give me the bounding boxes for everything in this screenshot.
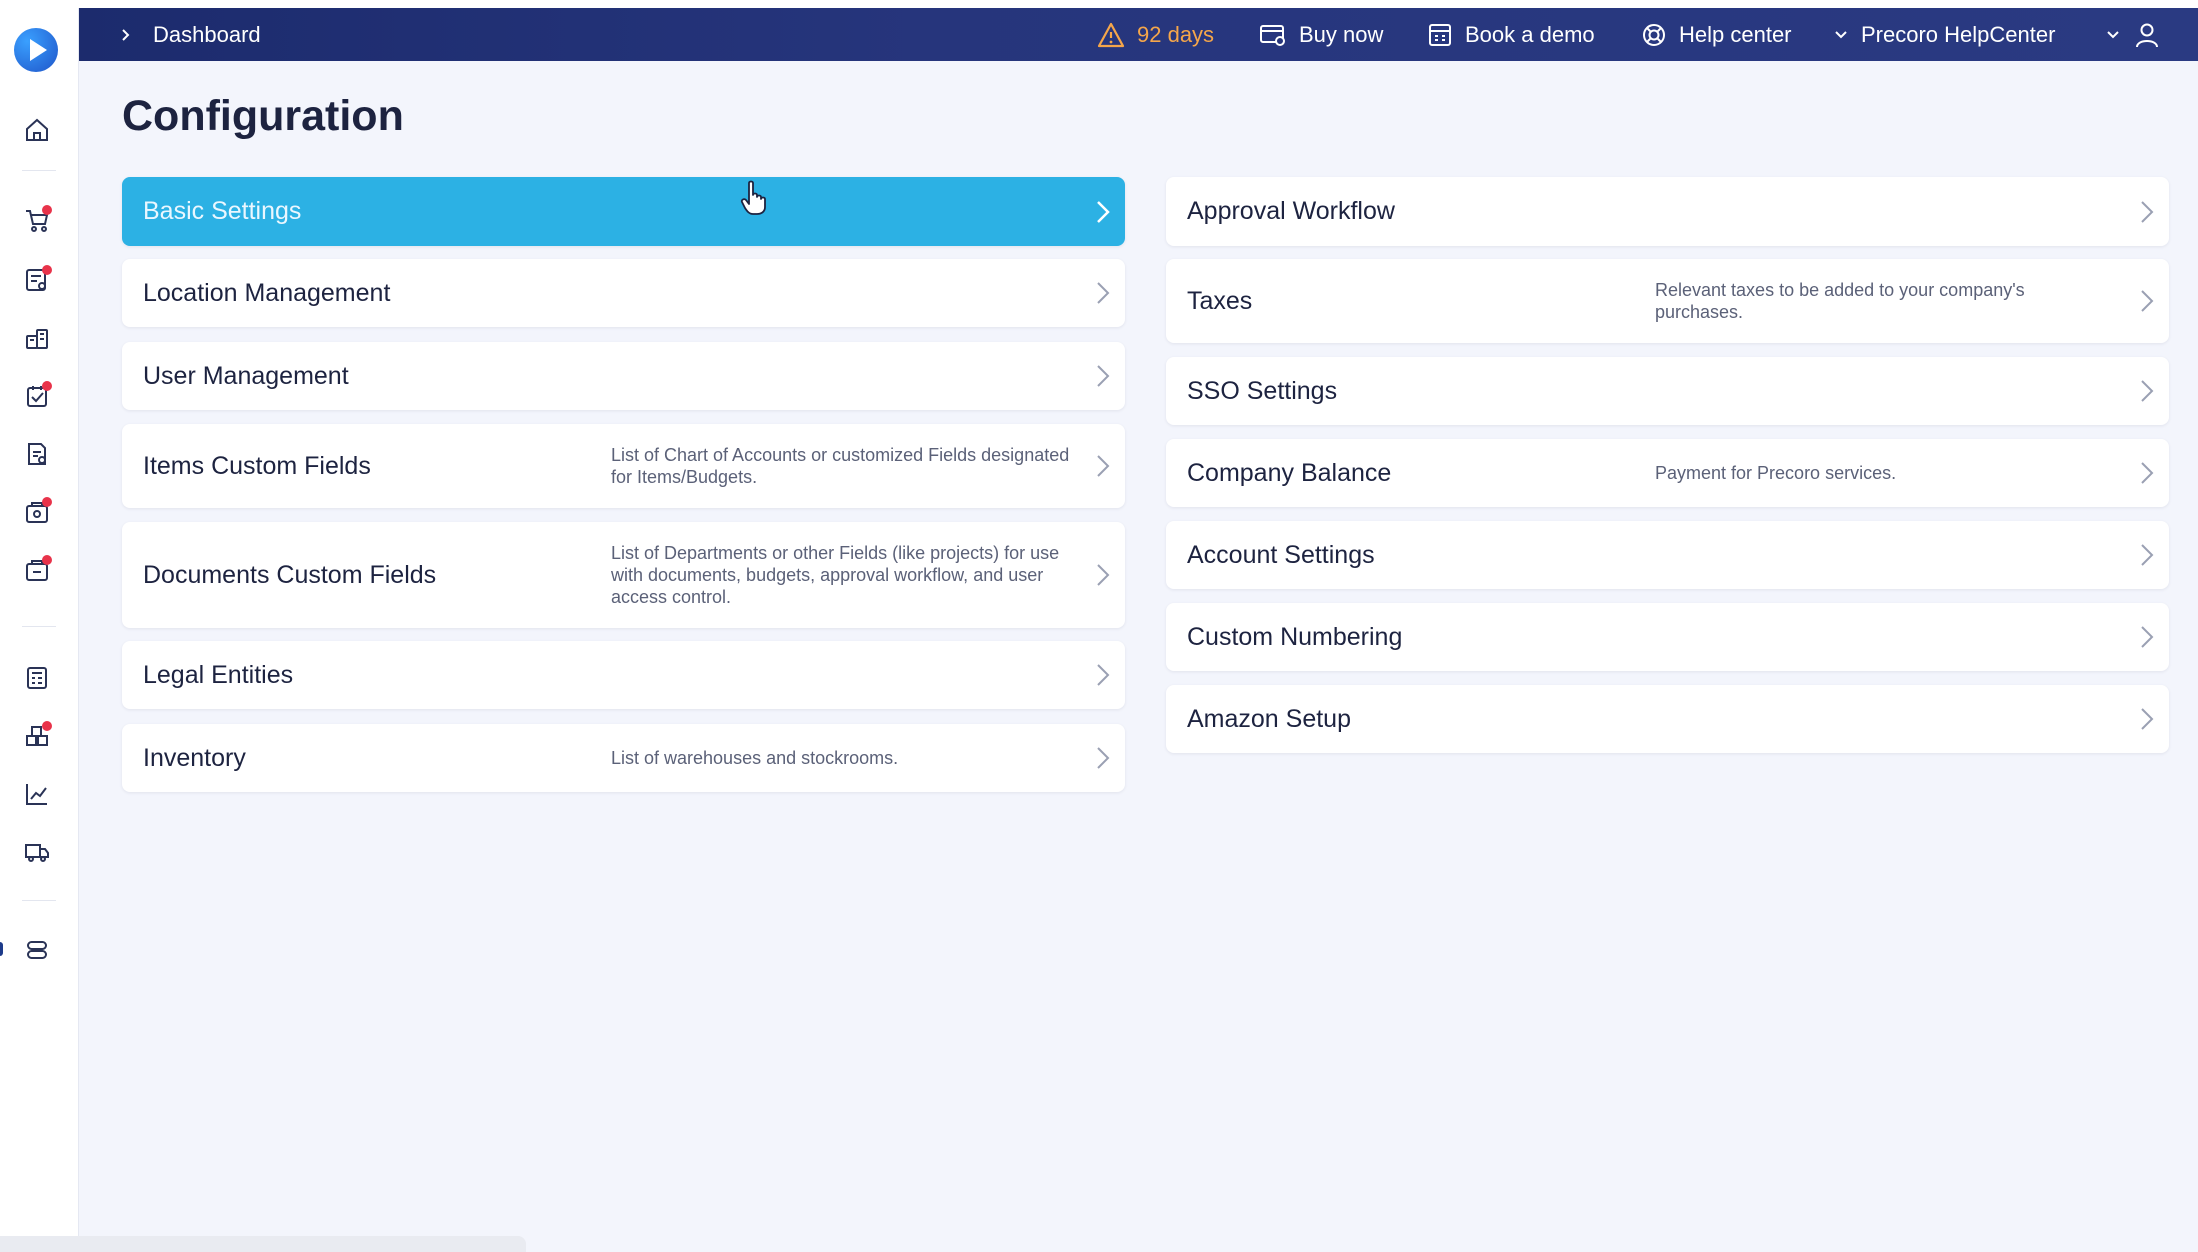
chevron-right-icon — [2141, 708, 2154, 730]
sidebar — [0, 8, 79, 1252]
chevron-right-icon — [1097, 200, 1110, 223]
card-items-custom-fields[interactable]: Items Custom Fields List of Chart of Acc… — [122, 424, 1125, 508]
user-icon — [2136, 23, 2158, 47]
chevron-right-icon — [2141, 462, 2154, 484]
approvals-icon[interactable] — [19, 378, 55, 414]
card-inventory[interactable]: Inventory List of warehouses and stockro… — [122, 724, 1125, 792]
notification-dot — [42, 721, 52, 731]
trial-indicator[interactable]: 92 days — [1097, 8, 1214, 61]
budgets-icon[interactable] — [19, 660, 55, 696]
trial-days: 92 days — [1137, 21, 1215, 47]
card-label: Taxes — [1187, 286, 1253, 315]
invoices-icon[interactable] — [19, 436, 55, 472]
cart-icon[interactable] — [19, 202, 55, 238]
book-demo-button[interactable]: Book a demo — [1427, 8, 1595, 61]
card-label: Basic Settings — [143, 197, 302, 225]
card-description: Relevant taxes to be added to your compa… — [1655, 280, 2025, 322]
chevron-right-icon — [1097, 282, 1110, 304]
card-label: Documents Custom Fields — [143, 560, 437, 589]
notification-dot — [42, 205, 52, 215]
card-location-management[interactable]: Location Management — [122, 259, 1125, 327]
chevron-right-icon — [2141, 200, 2154, 223]
chevron-right-icon — [1097, 564, 1110, 586]
receipts-icon[interactable] — [19, 494, 55, 530]
card-label: Account Settings — [1187, 540, 1375, 569]
payments-icon[interactable] — [19, 552, 55, 588]
requests-icon[interactable] — [19, 262, 55, 298]
card-label: Company Balance — [1187, 458, 1392, 487]
home-icon[interactable] — [19, 112, 55, 148]
chevron-right-icon — [2141, 544, 2154, 566]
card-account-settings[interactable]: Account Settings — [1166, 521, 2169, 589]
sidebar-divider — [22, 900, 56, 901]
card-custom-numbering[interactable]: Custom Numbering — [1166, 603, 2169, 671]
company-name: Precoro HelpCenter — [1861, 21, 2056, 47]
card-description: List of Chart of Accounts or customized … — [611, 445, 1070, 487]
card-legal-entities[interactable]: Legal Entities — [122, 641, 1125, 709]
card-label: Legal Entities — [143, 660, 294, 689]
card-label: Location Management — [143, 278, 391, 307]
user-menu[interactable] — [2105, 8, 2173, 61]
suppliers-icon[interactable] — [19, 320, 55, 356]
card-documents-custom-fields[interactable]: Documents Custom Fields List of Departme… — [122, 522, 1125, 628]
chevron-right-icon — [1097, 747, 1110, 769]
company-selector[interactable]: Precoro HelpCenter — [1833, 8, 2055, 61]
card-approval-workflow[interactable]: Approval Workflow — [1166, 177, 2169, 246]
book-demo-label: Book a demo — [1465, 21, 1595, 47]
sidebar-divider — [22, 626, 56, 627]
top-header: Dashboard 92 days Buy now Book a demo He… — [79, 8, 2198, 61]
browser-top-strip — [0, 0, 2198, 8]
card-user-management[interactable]: User Management — [122, 342, 1125, 410]
card-amazon-setup[interactable]: Amazon Setup — [1166, 685, 2169, 753]
analytics-icon[interactable] — [19, 776, 55, 812]
hand-cursor-icon — [740, 180, 766, 215]
breadcrumb[interactable]: Dashboard — [119, 8, 261, 61]
card-label: SSO Settings — [1187, 376, 1338, 405]
help-center-label: Help center — [1679, 21, 1792, 47]
chevron-right-icon — [2141, 380, 2154, 402]
card-description: Payment for Precoro services. — [1655, 463, 1897, 483]
notification-dot — [42, 497, 52, 507]
card-label: Inventory — [143, 743, 246, 772]
notification-dot — [42, 265, 52, 275]
card-description: List of Departments or other Fields (lik… — [611, 543, 1060, 607]
active-section-marker — [0, 942, 3, 956]
card-basic-settings[interactable]: Basic Settings — [122, 177, 1125, 246]
card-label: User Management — [143, 361, 349, 390]
lifebuoy-icon — [1643, 23, 1665, 46]
card-label: Amazon Setup — [1187, 704, 1351, 733]
card-label: Items Custom Fields — [143, 451, 371, 480]
notification-dot — [42, 381, 52, 391]
card-label: Approval Workflow — [1187, 197, 1395, 225]
card-taxes[interactable]: Taxes Relevant taxes to be added to your… — [1166, 259, 2169, 343]
chevron-right-icon — [1097, 365, 1110, 387]
chevron-right-icon — [1097, 455, 1110, 477]
chevron-right-icon — [2141, 626, 2154, 648]
catalog-icon[interactable] — [19, 718, 55, 754]
chevron-down-icon — [2107, 30, 2119, 38]
delivery-icon[interactable] — [19, 834, 55, 870]
chevron-right-icon — [2141, 290, 2154, 312]
breadcrumb-dashboard[interactable]: Dashboard — [153, 22, 261, 48]
card-sso-settings[interactable]: SSO Settings — [1166, 357, 2169, 425]
warning-icon — [1097, 22, 1125, 47]
card-label: Custom Numbering — [1187, 622, 1403, 651]
card-icon — [1260, 24, 1285, 46]
settings-icon[interactable] — [19, 932, 55, 968]
help-center-button[interactable]: Help center — [1641, 8, 1792, 61]
buy-now-button[interactable]: Buy now — [1259, 8, 1383, 61]
card-description: List of warehouses and stockrooms. — [611, 748, 899, 768]
buy-now-label: Buy now — [1299, 21, 1384, 47]
sidebar-divider — [22, 170, 56, 171]
browser-status-bar — [0, 1236, 526, 1252]
chevron-down-icon — [1835, 30, 1847, 38]
card-company-balance[interactable]: Company Balance Payment for Precoro serv… — [1166, 439, 2169, 507]
notification-dot — [42, 555, 52, 565]
calendar-icon — [1429, 23, 1451, 46]
chevron-right-icon — [1097, 664, 1110, 686]
chevron-right-icon — [122, 28, 130, 41]
page-title: Configuration — [122, 92, 404, 140]
precoro-logo[interactable] — [14, 28, 58, 72]
